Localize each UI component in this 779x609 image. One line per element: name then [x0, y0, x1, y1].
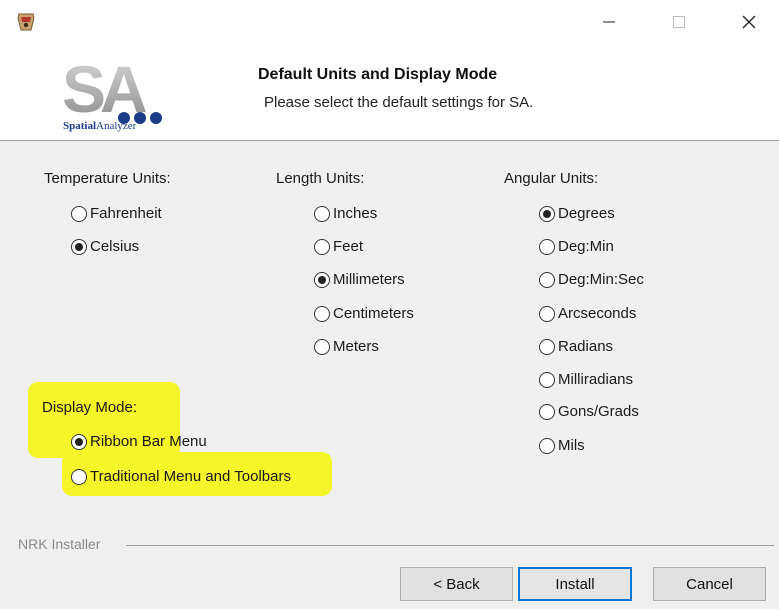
radio-centimeters[interactable]: Centimeters — [314, 305, 414, 322]
radio-traditional-menu-toolbars[interactable]: Traditional Menu and Toolbars — [71, 468, 291, 485]
radio-deg-min-sec[interactable]: Deg:Min:Sec — [539, 271, 644, 288]
radio-label: Millimeters — [333, 271, 405, 288]
radio-button-indicator — [539, 437, 555, 454]
radio-deg-min[interactable]: Deg:Min — [539, 238, 614, 255]
app-icon — [17, 13, 35, 31]
radio-label: Mils — [558, 437, 585, 454]
radio-label: Radians — [558, 338, 614, 355]
radio-button-indicator — [539, 238, 555, 255]
radio-label: Celsius — [90, 238, 140, 255]
radio-button-indicator — [539, 305, 555, 322]
radio-mils[interactable]: Mils — [539, 437, 585, 454]
radio-label: Gons/Grads — [558, 403, 639, 420]
temperature-units-label: Temperature Units: — [44, 170, 171, 187]
close-button[interactable] — [722, 0, 776, 44]
radio-label: Centimeters — [333, 305, 414, 322]
radio-label: Feet — [333, 238, 364, 255]
radio-label: Deg:Min — [558, 238, 614, 255]
install-button[interactable]: Install — [518, 567, 632, 601]
radio-label: Meters — [333, 338, 379, 355]
radio-button-indicator — [539, 371, 555, 388]
radio-label: Fahrenheit — [90, 205, 162, 222]
maximize-button[interactable] — [652, 0, 706, 44]
radio-button-indicator — [71, 433, 87, 450]
radio-button-indicator — [539, 205, 555, 222]
radio-button-indicator — [71, 468, 87, 485]
radio-gons-grads[interactable]: Gons/Grads — [539, 403, 639, 420]
radio-celsius[interactable]: Celsius — [71, 238, 139, 255]
minimize-button[interactable] — [582, 0, 636, 44]
page-title: Default Units and Display Mode — [258, 66, 498, 83]
footer-divider — [126, 545, 774, 546]
minimize-icon — [603, 21, 615, 23]
radio-button-indicator — [539, 271, 555, 288]
installer-window: SA SpatialAnalyzer Default Units and Dis… — [0, 0, 779, 609]
radio-label: Traditional Menu and Toolbars — [90, 468, 291, 485]
close-icon — [742, 15, 756, 29]
radio-label: Deg:Min:Sec — [558, 271, 644, 288]
radio-meters[interactable]: Meters — [314, 338, 379, 355]
radio-fahrenheit[interactable]: Fahrenheit — [71, 205, 162, 222]
radio-button-indicator — [314, 238, 330, 255]
logo-caption: SpatialAnalyzer — [63, 120, 136, 132]
radio-label: Inches — [333, 205, 378, 222]
radio-radians[interactable]: Radians — [539, 338, 613, 355]
wizard-header: SA SpatialAnalyzer — [0, 44, 779, 141]
display-mode-label: Display Mode: — [42, 399, 138, 416]
length-units-label: Length Units: — [276, 170, 365, 187]
installer-brand-label: NRK Installer — [18, 536, 101, 552]
cancel-button[interactable]: Cancel — [653, 567, 766, 601]
radio-label: Ribbon Bar Menu — [90, 433, 207, 450]
radio-button-indicator — [314, 338, 330, 355]
maximize-icon — [673, 16, 685, 28]
radio-button-indicator — [71, 238, 87, 255]
radio-degrees[interactable]: Degrees — [539, 205, 615, 222]
logo-text: SA — [62, 54, 146, 126]
angular-units-label: Angular Units: — [504, 170, 599, 187]
radio-inches[interactable]: Inches — [314, 205, 377, 222]
radio-button-indicator — [539, 338, 555, 355]
back-button[interactable]: < Back — [400, 567, 513, 601]
logo-caption-bold: Spatial — [63, 120, 97, 132]
radio-button-indicator — [314, 271, 330, 288]
radio-millimeters[interactable]: Millimeters — [314, 271, 405, 288]
radio-label: Milliradians — [558, 371, 634, 388]
logo-caption-rest: Analyzer — [96, 120, 137, 132]
title-bar — [0, 0, 779, 44]
radio-button-indicator — [314, 205, 330, 222]
radio-button-indicator — [314, 305, 330, 322]
radio-milliradians[interactable]: Milliradians — [539, 371, 633, 388]
radio-arcseconds[interactable]: Arcseconds — [539, 305, 636, 322]
radio-feet[interactable]: Feet — [314, 238, 363, 255]
radio-button-indicator — [539, 403, 555, 420]
radio-button-indicator — [71, 205, 87, 222]
page-subtitle: Please select the default settings for S… — [264, 94, 534, 111]
radio-label: Degrees — [558, 205, 615, 222]
radio-ribbon-bar-menu[interactable]: Ribbon Bar Menu — [71, 433, 207, 450]
radio-label: Arcseconds — [558, 305, 637, 322]
